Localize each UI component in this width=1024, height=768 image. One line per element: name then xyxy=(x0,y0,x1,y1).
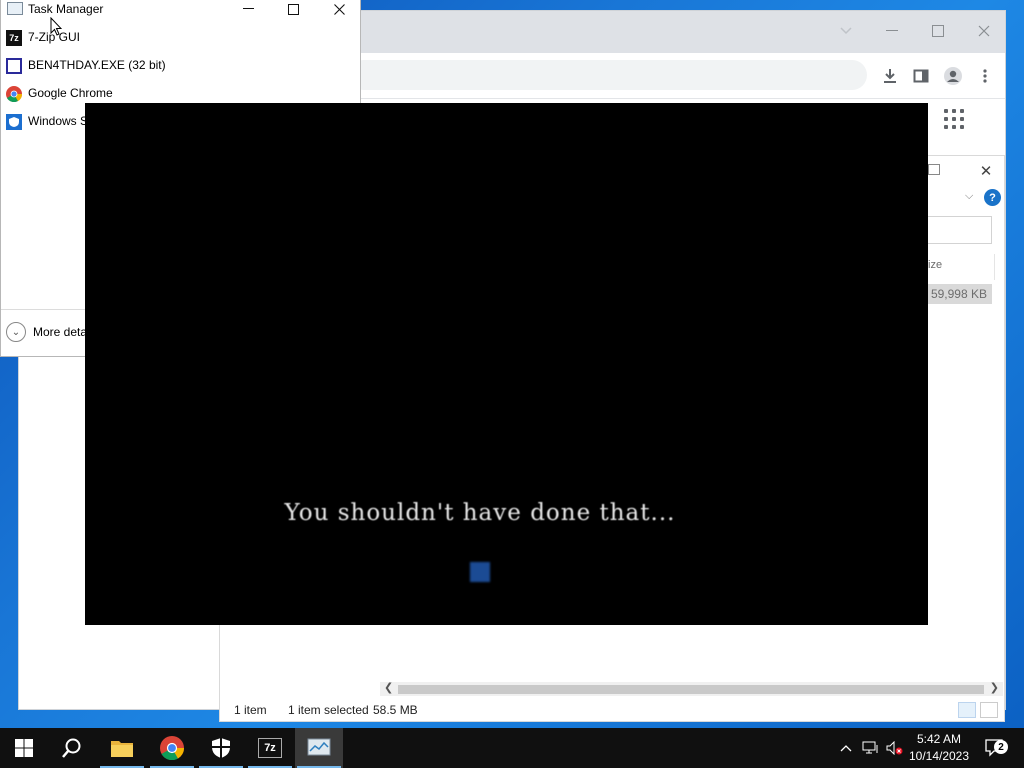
volume-muted-icon[interactable] xyxy=(884,728,906,768)
search-button[interactable] xyxy=(48,728,96,768)
chrome-icon xyxy=(6,86,22,102)
clock-date: 10/14/2023 xyxy=(908,749,970,763)
task-manager-icon xyxy=(307,738,331,756)
chevron-up-icon xyxy=(840,745,852,752)
horizontal-scrollbar[interactable]: ❮ ❯ xyxy=(380,682,1003,696)
mouse-pointer-icon xyxy=(50,17,62,36)
tab-search-icon[interactable] xyxy=(829,17,863,45)
taskbar-task-manager[interactable] xyxy=(295,728,343,768)
game-window[interactable]: You shouldn't have done that... xyxy=(85,103,928,625)
list-item-label: Windows S xyxy=(28,114,89,128)
windows-security-icon xyxy=(6,114,22,130)
game-cursor-block xyxy=(470,562,490,582)
chevron-down-icon[interactable]: ⌵ xyxy=(965,190,973,203)
list-item-label: Google Chrome xyxy=(28,86,113,100)
show-hidden-icons-button[interactable] xyxy=(836,728,856,768)
menu-kebab-icon[interactable] xyxy=(972,63,998,89)
window-title: Task Manager xyxy=(28,2,104,16)
7zip-icon: 7z xyxy=(258,738,282,758)
google-apps-icon[interactable] xyxy=(942,107,966,131)
network-icon[interactable] xyxy=(860,728,882,768)
maximize-button[interactable] xyxy=(921,17,955,45)
download-icon[interactable] xyxy=(877,63,903,89)
tm-maximize-button[interactable] xyxy=(270,0,316,18)
side-panel-icon[interactable] xyxy=(908,63,934,89)
clock-time: 5:42 AM xyxy=(916,732,962,746)
task-manager-icon xyxy=(7,2,23,15)
large-icons-view-icon[interactable] xyxy=(980,702,998,718)
tm-minimize-button[interactable] xyxy=(225,0,271,18)
system-clock[interactable]: 5:42 AM 10/14/2023 xyxy=(904,731,974,765)
search-input[interactable] xyxy=(926,216,992,244)
chevron-down-icon: ⌄ xyxy=(6,322,26,342)
status-size: 58.5 MB xyxy=(373,703,418,717)
zip-close-button[interactable]: ✕ xyxy=(974,162,998,182)
scrollbar-thumb[interactable] xyxy=(398,685,984,694)
status-bar: 1 item 1 item selected 58.5 MB xyxy=(220,698,1004,722)
list-item-label: BEN4THDAY.EXE (32 bit) xyxy=(28,58,166,72)
windows-logo-icon xyxy=(15,739,33,757)
close-button[interactable] xyxy=(967,17,1001,45)
game-message: You shouldn't have done that... xyxy=(284,500,676,526)
window-app-icon xyxy=(6,58,22,74)
help-icon[interactable]: ? xyxy=(984,189,1001,206)
folder-icon xyxy=(111,741,133,757)
list-item[interactable]: BEN4THDAY.EXE (32 bit) xyxy=(1,52,361,78)
taskbar-file-explorer[interactable] xyxy=(98,728,146,768)
search-icon xyxy=(62,738,81,758)
scroll-left-icon[interactable]: ❮ xyxy=(384,681,393,694)
address-bar[interactable] xyxy=(349,60,867,90)
notification-center-button[interactable]: 2 xyxy=(980,728,1010,768)
minimize-button[interactable] xyxy=(875,17,909,45)
file-row-size[interactable]: 59,998 KB xyxy=(927,284,992,304)
size-column-header[interactable]: ize xyxy=(928,259,942,271)
notification-badge: 2 xyxy=(994,740,1008,754)
more-details-label: More deta xyxy=(33,325,88,339)
7zip-icon: 7z xyxy=(6,30,22,46)
column-separator[interactable] xyxy=(994,254,995,280)
scroll-right-icon[interactable]: ❯ xyxy=(990,681,999,694)
taskbar-chrome[interactable] xyxy=(148,728,196,768)
tm-close-button[interactable] xyxy=(316,0,362,18)
status-item-count: 1 item xyxy=(234,703,267,717)
profile-avatar-icon[interactable] xyxy=(940,63,966,89)
chrome-icon xyxy=(160,736,184,760)
taskbar-windows-security[interactable] xyxy=(197,728,245,768)
taskbar-7zip[interactable]: 7z xyxy=(246,728,294,768)
zip-maximize-button[interactable] xyxy=(928,164,940,175)
shield-icon xyxy=(212,738,230,758)
details-view-icon[interactable] xyxy=(958,702,976,718)
status-selected: 1 item selected xyxy=(288,703,369,717)
taskbar: 7z 5:42 AM 10/14/2023 2 xyxy=(0,728,1024,768)
start-button[interactable] xyxy=(0,728,48,768)
